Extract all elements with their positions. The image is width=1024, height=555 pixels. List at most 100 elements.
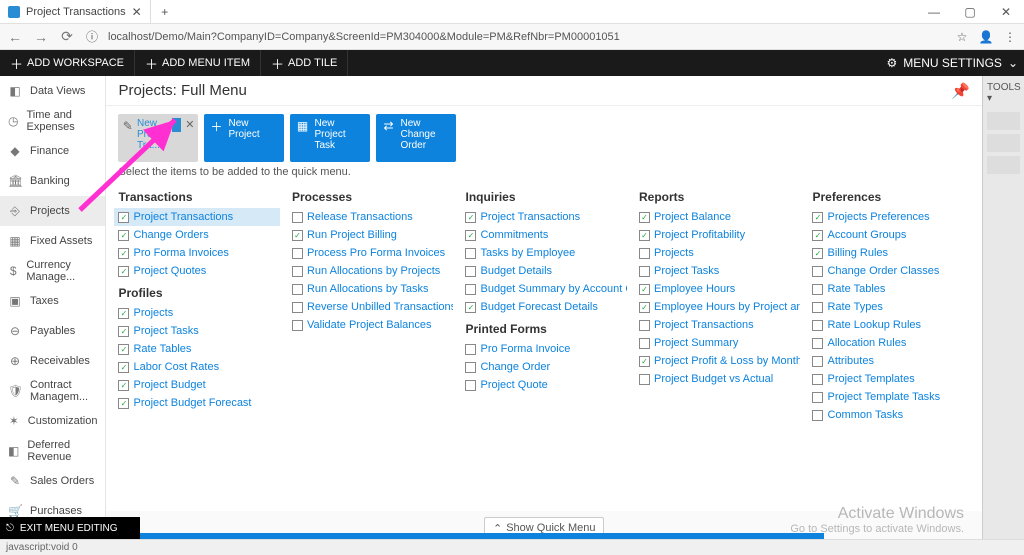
menu-link[interactable]: Pro Forma Invoice	[461, 340, 627, 358]
sidebar-item-currency-manage-[interactable]: $Currency Manage...	[0, 256, 105, 286]
tools-label[interactable]: TOOLS ▾	[983, 76, 1024, 110]
sidebar-item-receivables[interactable]: ⊕Receivables	[0, 346, 105, 376]
menu-link[interactable]: Change Order	[461, 358, 627, 376]
menu-link[interactable]: Budget Summary by Account Gr...	[461, 280, 627, 298]
add-workspace-button[interactable]: ＋ ADD WORKSPACE	[0, 50, 135, 76]
menu-link[interactable]: Allocation Rules	[808, 334, 974, 352]
menu-link[interactable]: Project Profit & Loss by Month	[635, 352, 801, 370]
url-text[interactable]: localhost/Demo/Main?CompanyID=Company&Sc…	[108, 31, 946, 43]
tile-0[interactable]: ✎NewProjectTra...✕	[118, 114, 198, 162]
menu-link[interactable]: Projects	[635, 244, 801, 262]
menu-link[interactable]: Rate Lookup Rules	[808, 316, 974, 334]
sidebar-item-deferred-revenue[interactable]: ◧Deferred Revenue	[0, 436, 105, 466]
menu-link[interactable]: Project Transactions	[461, 208, 627, 226]
checkbox-icon[interactable]	[292, 212, 303, 223]
sidebar-item-banking[interactable]: 🏛Banking	[0, 166, 105, 196]
menu-link[interactable]: Project Templates	[808, 370, 974, 388]
checkbox-icon[interactable]	[639, 356, 650, 367]
tile-2[interactable]: ▦NewProjectTask	[290, 114, 370, 162]
site-info-icon[interactable]: ⓘ	[84, 28, 100, 45]
checkbox-icon[interactable]	[292, 302, 303, 313]
menu-link[interactable]: Projects	[114, 304, 280, 322]
menu-link[interactable]: Rate Types	[808, 298, 974, 316]
menu-link[interactable]: Project Summary	[635, 334, 801, 352]
menu-link[interactable]: Release Transactions	[288, 208, 454, 226]
menu-link[interactable]: Run Allocations by Projects	[288, 262, 454, 280]
checkbox-icon[interactable]	[465, 362, 476, 373]
menu-link[interactable]: Labor Cost Rates	[114, 358, 280, 376]
menu-link[interactable]: Process Pro Forma Invoices	[288, 244, 454, 262]
menu-link[interactable]: Project Transactions	[635, 316, 801, 334]
tile-close-icon[interactable]: ✕	[185, 118, 194, 131]
pin-icon[interactable]: 📌	[951, 82, 970, 100]
checkbox-icon[interactable]	[465, 302, 476, 313]
checkbox-icon[interactable]	[292, 266, 303, 277]
nav-back-icon[interactable]: ←	[6, 29, 24, 45]
checkbox-icon[interactable]	[639, 302, 650, 313]
checkbox-icon[interactable]	[118, 212, 129, 223]
checkbox-icon[interactable]	[812, 392, 823, 403]
profile-icon[interactable]: 👤	[978, 30, 994, 44]
menu-link[interactable]: Budget Forecast Details	[461, 298, 627, 316]
menu-link[interactable]: Budget Details	[461, 262, 627, 280]
checkbox-icon[interactable]	[812, 302, 823, 313]
chevron-down-icon[interactable]: ⌄	[1008, 56, 1018, 70]
menu-link[interactable]: Project Quotes	[114, 262, 280, 280]
checkbox-icon[interactable]	[465, 380, 476, 391]
menu-link[interactable]: Pro Forma Invoices	[114, 244, 280, 262]
tile-3[interactable]: ⇄NewChangeOrder	[376, 114, 456, 162]
checkbox-icon[interactable]	[639, 320, 650, 331]
tools-panel[interactable]: TOOLS ▾	[982, 76, 1024, 539]
checkbox-icon[interactable]	[639, 212, 650, 223]
new-tab-button[interactable]: +	[151, 5, 179, 19]
checkbox-icon[interactable]	[465, 212, 476, 223]
checkbox-icon[interactable]	[118, 266, 129, 277]
menu-link[interactable]: Attributes	[808, 352, 974, 370]
nav-reload-icon[interactable]: ⟳	[58, 28, 76, 45]
browser-menu-icon[interactable]: ⋮	[1002, 30, 1018, 44]
menu-link[interactable]: Project Budget Forecast	[114, 394, 280, 412]
menu-settings-button[interactable]: MENU SETTINGS	[903, 56, 1002, 70]
menu-link[interactable]: Rate Tables	[114, 340, 280, 358]
menu-link[interactable]: Run Project Billing	[288, 226, 454, 244]
checkbox-icon[interactable]	[639, 266, 650, 277]
window-close[interactable]: ✕	[988, 5, 1024, 19]
checkbox-icon[interactable]	[465, 248, 476, 259]
sidebar-item-fixed-assets[interactable]: ▦Fixed Assets	[0, 226, 105, 256]
menu-link[interactable]: Rate Tables	[808, 280, 974, 298]
menu-link[interactable]: Project Budget	[114, 376, 280, 394]
sidebar-item-projects[interactable]: ⎆Projects	[0, 196, 105, 226]
menu-link[interactable]: Validate Project Balances	[288, 316, 454, 334]
menu-link[interactable]: Project Balance	[635, 208, 801, 226]
checkbox-icon[interactable]	[292, 320, 303, 331]
add-tile-button[interactable]: ＋ ADD TILE	[261, 50, 348, 76]
tab-close-icon[interactable]: ✕	[132, 5, 142, 19]
checkbox-icon[interactable]	[639, 374, 650, 385]
add-menu-item-button[interactable]: ＋ ADD MENU ITEM	[135, 50, 261, 76]
checkbox-icon[interactable]	[118, 230, 129, 241]
checkbox-icon[interactable]	[118, 248, 129, 259]
sidebar-item-customization[interactable]: ✶Customization	[0, 406, 105, 436]
menu-link[interactable]: Employee Hours	[635, 280, 801, 298]
menu-link[interactable]: Commitments	[461, 226, 627, 244]
checkbox-icon[interactable]	[118, 308, 129, 319]
checkbox-icon[interactable]	[465, 230, 476, 241]
menu-link[interactable]: Change Order Classes	[808, 262, 974, 280]
checkbox-icon[interactable]	[118, 344, 129, 355]
checkbox-icon[interactable]	[639, 248, 650, 259]
checkbox-icon[interactable]	[292, 230, 303, 241]
menu-link[interactable]: Tasks by Employee	[461, 244, 627, 262]
checkbox-icon[interactable]	[812, 410, 823, 421]
menu-link[interactable]: Common Tasks	[808, 406, 974, 424]
menu-link[interactable]: Project Transactions	[114, 208, 280, 226]
checkbox-icon[interactable]	[812, 230, 823, 241]
checkbox-icon[interactable]	[812, 266, 823, 277]
menu-link[interactable]: Change Orders	[114, 226, 280, 244]
checkbox-icon[interactable]	[292, 248, 303, 259]
menu-link[interactable]: Project Template Tasks	[808, 388, 974, 406]
sidebar-item-finance[interactable]: ◆Finance	[0, 136, 105, 166]
tile-1[interactable]: ＋NewProject	[204, 114, 284, 162]
checkbox-icon[interactable]	[639, 338, 650, 349]
checkbox-icon[interactable]	[812, 320, 823, 331]
checkbox-icon[interactable]	[465, 284, 476, 295]
